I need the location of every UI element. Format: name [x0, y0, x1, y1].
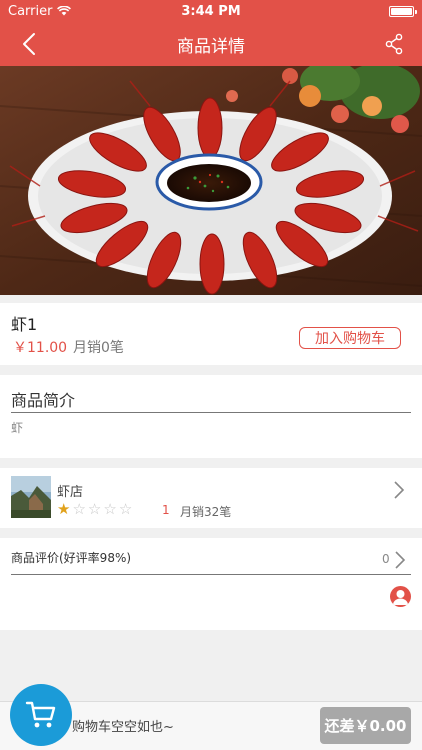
- star-empty-icon: ☆: [72, 500, 86, 518]
- status-carrier-group: Carrier: [8, 3, 72, 19]
- carrier-label: Carrier: [8, 3, 53, 19]
- wifi-icon: [57, 6, 72, 16]
- shop-thumbnail: [11, 476, 51, 518]
- chevron-right-icon[interactable]: [394, 550, 406, 574]
- shop-row[interactable]: 虾店 ★ ☆ ☆ ☆ ☆ 1 月销32笔: [0, 468, 422, 528]
- back-button[interactable]: [14, 30, 44, 58]
- product-monthly-sales: 月销0笔: [73, 340, 124, 356]
- product-name: 虾1: [11, 315, 38, 334]
- reviews-section: 商品评价(好评率98%) 0: [0, 538, 422, 630]
- divider: [11, 412, 411, 413]
- back-chevron-icon: [23, 33, 35, 55]
- reviews-count: 0: [382, 552, 390, 566]
- crayfish-dish-illustration: [0, 66, 422, 295]
- share-icon: [385, 33, 403, 55]
- product-info-section: 虾1 ￥11.00 月销0笔 加入购物车: [0, 303, 422, 365]
- product-price: ￥11.00: [13, 340, 68, 356]
- intro-title: 商品简介: [11, 391, 76, 410]
- shop-rating-value: 1: [162, 503, 170, 517]
- product-image: [0, 66, 422, 295]
- share-button[interactable]: [380, 30, 408, 58]
- cart-button[interactable]: [10, 684, 72, 746]
- star-filled-icon: ★: [57, 500, 71, 518]
- star-empty-icon: ☆: [87, 500, 102, 518]
- shop-rating-stars: ★ ☆ ☆ ☆ ☆: [57, 502, 132, 517]
- divider: [11, 574, 411, 575]
- star-empty-icon: ☆: [103, 500, 117, 518]
- checkout-button[interactable]: 还差￥0.00: [320, 707, 411, 744]
- battery-icon: [389, 5, 417, 17]
- add-to-cart-button[interactable]: 加入购物车: [299, 327, 401, 349]
- user-avatar-icon: [390, 586, 411, 607]
- cart-empty-text: 购物车空空如也~: [72, 720, 174, 735]
- star-empty-icon: ☆: [118, 500, 133, 518]
- shop-name: 虾店: [57, 485, 84, 500]
- status-bar: Carrier 3:44 PM: [0, 0, 422, 22]
- shopping-cart-icon: [25, 701, 56, 728]
- shop-monthly-sales: 月销32笔: [180, 505, 232, 519]
- product-intro-section: 商品简介 虾: [0, 375, 422, 458]
- chevron-right-icon: [393, 480, 405, 504]
- page-title: 商品详情: [177, 36, 245, 57]
- intro-text: 虾: [11, 421, 24, 435]
- reviews-title: 商品评价(好评率98%): [11, 551, 132, 565]
- nav-bar: 商品详情: [0, 22, 422, 66]
